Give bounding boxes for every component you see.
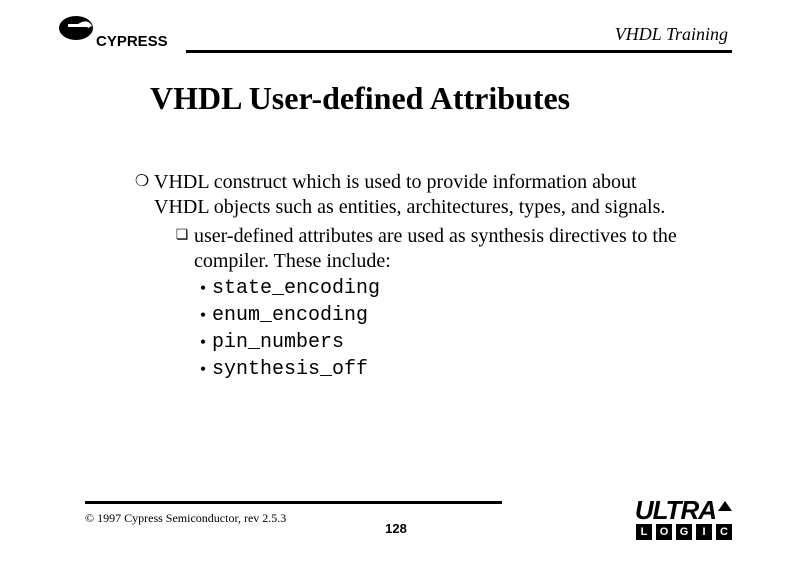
- dot-bullet-icon: •: [194, 330, 212, 354]
- slide-title: VHDL User-defined Attributes: [150, 80, 570, 117]
- dot-bullet-icon: •: [194, 276, 212, 300]
- header-rule: [186, 50, 732, 53]
- bullet-level3: • enum_encoding: [194, 303, 692, 328]
- bullet-level2-text: user-defined attributes are used as synt…: [194, 224, 692, 274]
- bullet-level3: • synthesis_off: [194, 357, 692, 382]
- bullet-level3: • pin_numbers: [194, 330, 692, 355]
- code-item: synthesis_off: [212, 357, 692, 382]
- logic-boxes: L O G I C: [636, 524, 732, 540]
- header-course-title: VHDL Training: [615, 24, 728, 45]
- copyright-text: © 1997 Cypress Semiconductor, rev 2.5.3: [85, 511, 286, 526]
- ultra-logo-text: ULTRA: [635, 495, 716, 525]
- slide-body: ❍ VHDL construct which is used to provid…: [130, 170, 692, 382]
- dot-bullet-icon: •: [194, 357, 212, 381]
- cypress-logo: CYPRESS: [58, 14, 198, 59]
- square-bullet-icon: ❏: [170, 224, 194, 248]
- code-item: enum_encoding: [212, 303, 692, 328]
- triangle-icon: [718, 501, 732, 511]
- logic-letter: G: [676, 524, 692, 540]
- ultra-logic-logo: ULTRA L O G I C: [532, 499, 732, 540]
- logic-letter: L: [636, 524, 652, 540]
- header: CYPRESS VHDL Training: [58, 14, 732, 56]
- bullet-level2: ❏ user-defined attributes are used as sy…: [170, 224, 692, 274]
- code-item: pin_numbers: [212, 330, 692, 355]
- bullet-level1: ❍ VHDL construct which is used to provid…: [130, 170, 692, 220]
- logic-letter: C: [716, 524, 732, 540]
- logo-text: CYPRESS: [96, 33, 168, 50]
- bullet-level1-text: VHDL construct which is used to provide …: [154, 170, 692, 220]
- bullet-level3: • state_encoding: [194, 276, 692, 301]
- dot-bullet-icon: •: [194, 303, 212, 327]
- logic-letter: I: [696, 524, 712, 540]
- footer-rule: [85, 501, 502, 504]
- page-number: 128: [385, 521, 407, 536]
- circle-bullet-icon: ❍: [130, 170, 154, 194]
- slide: CYPRESS VHDL Training VHDL User-defined …: [0, 0, 792, 562]
- logic-letter: O: [656, 524, 672, 540]
- code-item: state_encoding: [212, 276, 692, 301]
